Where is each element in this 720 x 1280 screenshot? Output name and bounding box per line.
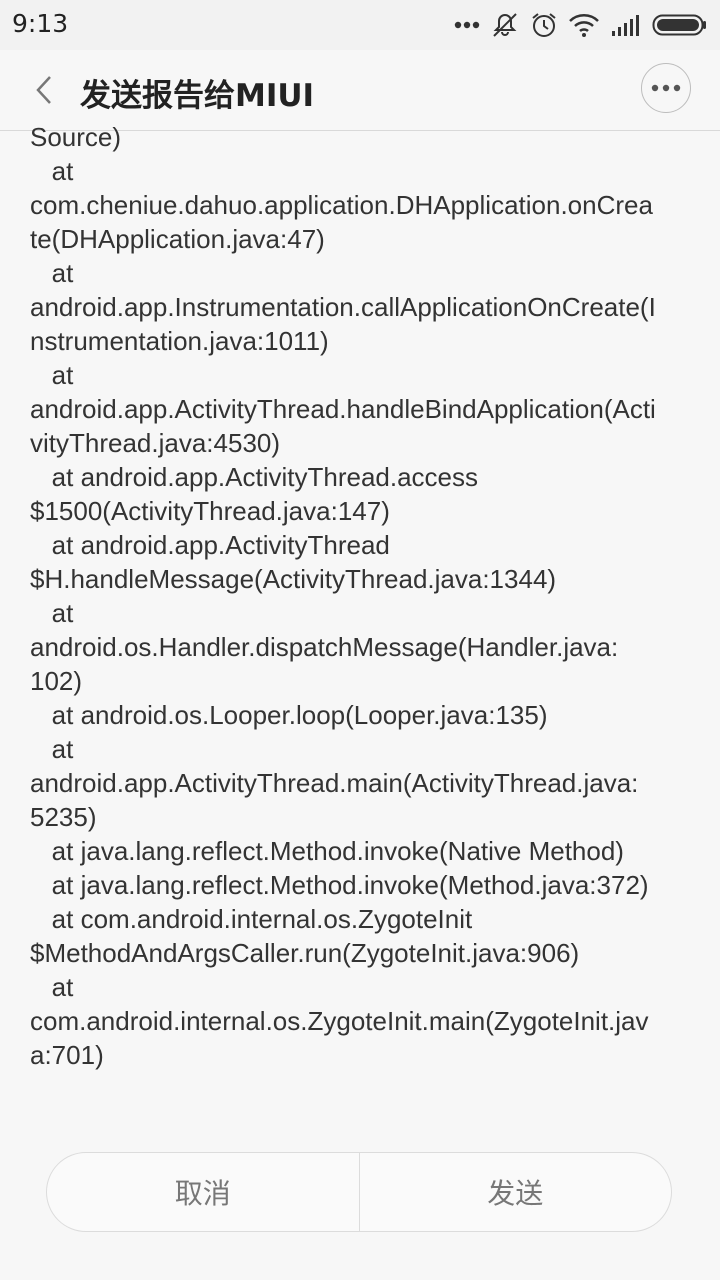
status-bar: 9:13 <box>0 0 720 50</box>
more-icon <box>651 84 681 92</box>
log-line: at <box>30 258 74 288</box>
log-line: nstrumentation.java:1011) <box>30 326 329 356</box>
log-line: at <box>30 360 74 390</box>
log-line: 5235) <box>30 802 97 832</box>
battery-icon <box>652 12 708 38</box>
log-line: at <box>30 734 74 764</box>
page-title: 发送报告给MIUI <box>80 78 315 114</box>
cancel-button[interactable]: 取消 <box>47 1153 359 1231</box>
more-button[interactable] <box>641 63 691 113</box>
log-line: android.app.ActivityThread.handleBindApp… <box>30 394 656 424</box>
signal-icon <box>610 13 642 37</box>
log-line: a:701) <box>30 1040 104 1070</box>
log-line: com.cheniue.dahuo.application.DHApplicat… <box>30 190 653 220</box>
log-line: at android.app.ActivityThread.access <box>30 462 479 492</box>
log-line: $1500(ActivityThread.java:147) <box>30 496 390 526</box>
log-line: at <box>30 972 74 1002</box>
mute-icon <box>490 10 520 40</box>
log-line: at com.android.internal.os.ZygoteInit <box>30 904 473 934</box>
log-line: android.app.Instrumentation.callApplicat… <box>30 292 656 322</box>
log-line: android.app.ActivityThread.main(Activity… <box>30 768 639 798</box>
log-line: Source) <box>30 122 122 152</box>
status-time: 9:13 <box>12 9 69 38</box>
alarm-icon <box>530 11 558 39</box>
log-line: 102) <box>30 666 83 696</box>
action-bar: 取消 发送 <box>46 1152 672 1232</box>
log-line: at <box>30 598 74 628</box>
log-line: vityThread.java:4530) <box>30 428 281 458</box>
status-icons <box>454 8 708 42</box>
app-header: 发送报告给MIUI <box>0 50 720 131</box>
log-line: $MethodAndArgsCaller.run(ZygoteInit.java… <box>30 938 580 968</box>
log-line: android.os.Handler.dispatchMessage(Handl… <box>30 632 619 662</box>
log-line: com.android.internal.os.ZygoteInit.main(… <box>30 1006 649 1036</box>
back-button[interactable] <box>22 68 66 112</box>
log-line: at <box>30 156 74 186</box>
send-button[interactable]: 发送 <box>360 1153 672 1231</box>
log-line: at java.lang.reflect.Method.invoke(Nativ… <box>30 836 624 866</box>
log-line: at java.lang.reflect.Method.invoke(Metho… <box>30 870 649 900</box>
log-line: at android.app.ActivityThread <box>30 530 390 560</box>
crash-log-text[interactable]: Source) at com.cheniue.dahuo.application.… <box>30 120 700 1080</box>
log-line: $H.handleMessage(ActivityThread.java:134… <box>30 564 557 594</box>
more-dots-icon <box>454 21 480 29</box>
wifi-icon <box>568 12 600 38</box>
log-line: at android.os.Looper.loop(Looper.java:13… <box>30 700 548 730</box>
log-line: te(DHApplication.java:47) <box>30 224 325 254</box>
chevron-left-icon <box>36 76 51 104</box>
